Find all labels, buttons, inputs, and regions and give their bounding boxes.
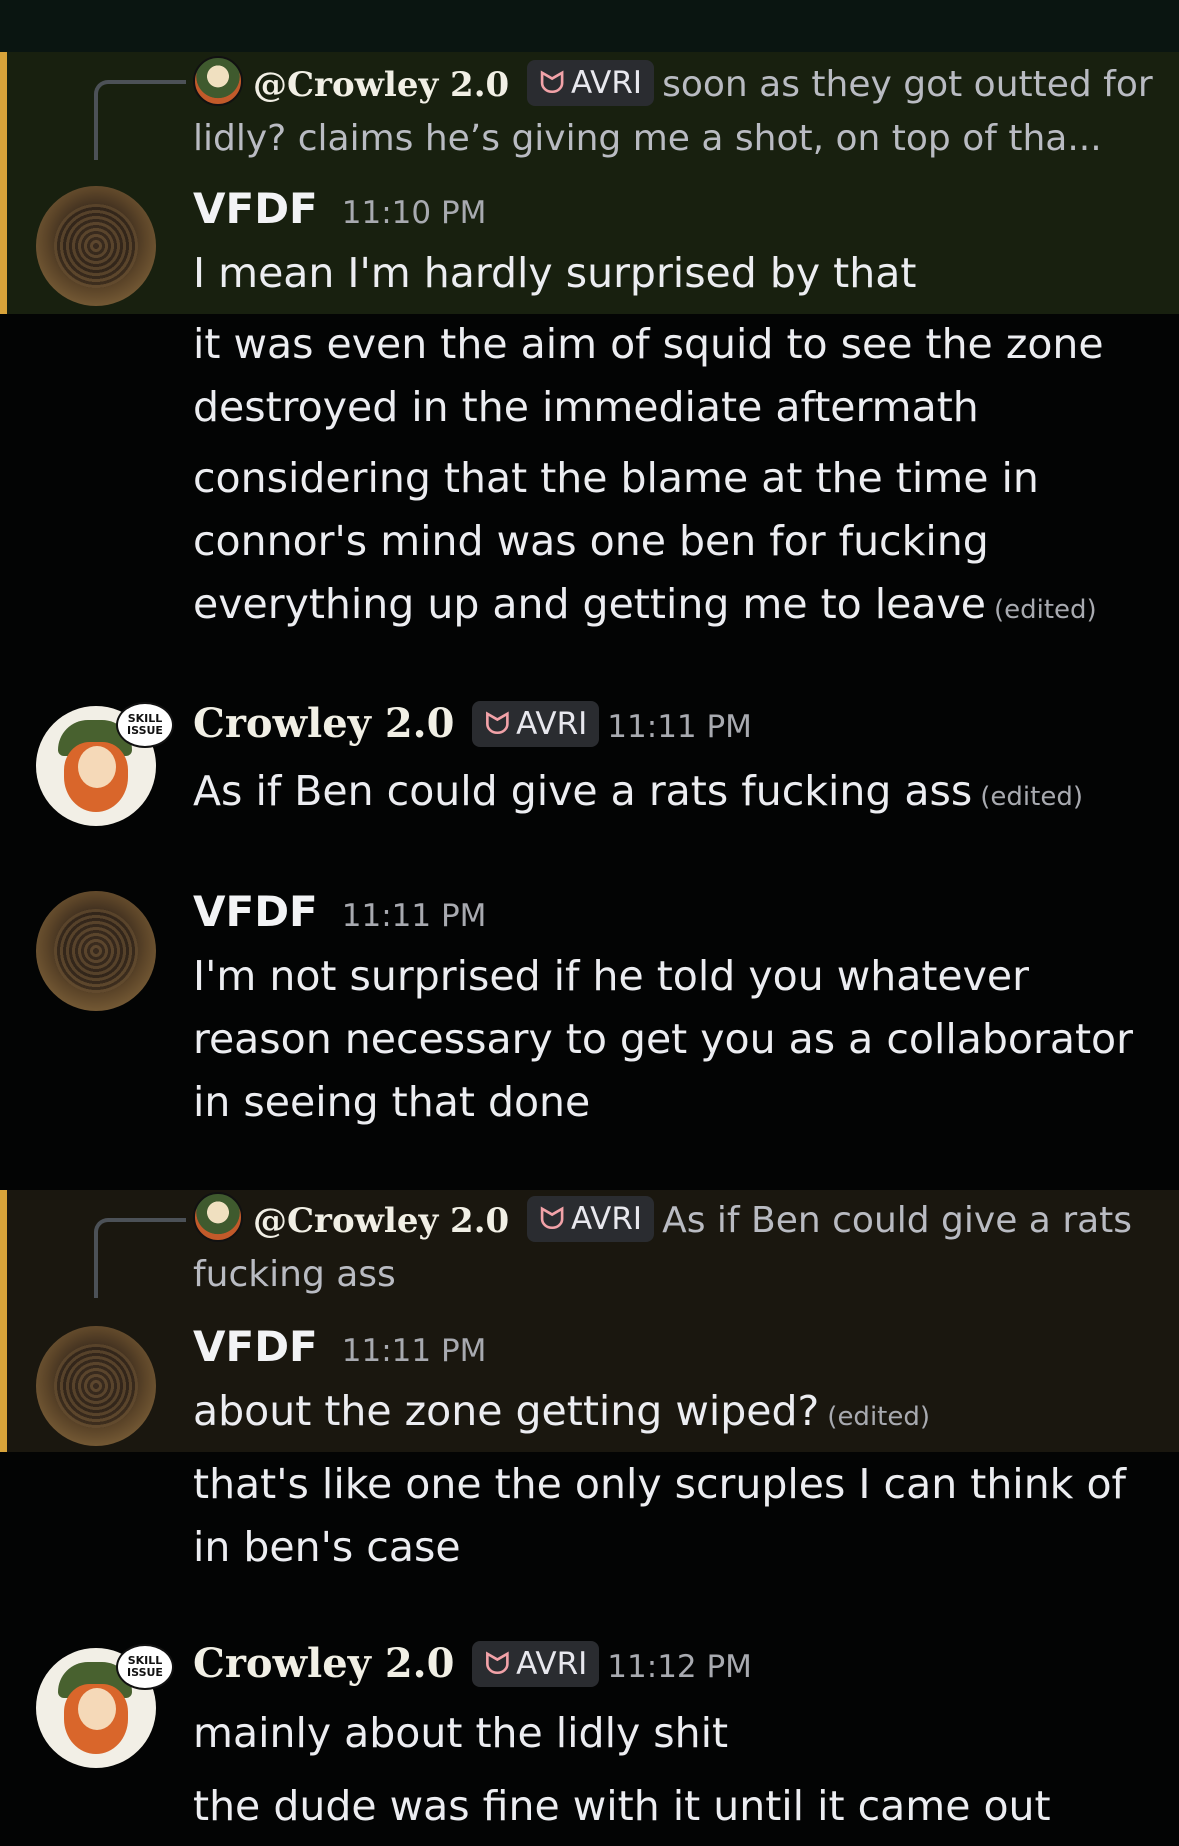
message-text: it was even the aim of squid to see the …	[193, 320, 1104, 431]
author-name[interactable]: VFDF	[193, 1322, 318, 1371]
reply-author[interactable]: @Crowley 2.0	[253, 1201, 509, 1241]
message-header: VFDF 11:11 PM	[193, 1322, 486, 1371]
highlight-bar	[0, 1190, 7, 1452]
role-tag: ᗢ AVRI	[527, 60, 655, 106]
top-bar	[0, 0, 1179, 52]
avatar-vfdf[interactable]	[36, 186, 156, 306]
skill-issue-badge: SKILL ISSUE	[116, 1644, 174, 1690]
message-group-vfdf-2[interactable]: @Crowley 2.0 ᗢ AVRI As if Ben could give a …	[0, 1190, 1179, 1452]
reply-connector	[94, 80, 186, 160]
author-name[interactable]: VFDF	[193, 184, 318, 233]
skill-issue-badge: SKILL ISSUE	[116, 702, 174, 748]
role-tag: ᗢ AVRI	[472, 701, 600, 747]
highlight-bar	[0, 52, 7, 314]
avatar-vfdf[interactable]	[36, 1326, 156, 1446]
bunny-icon: ᗢ	[539, 1201, 565, 1237]
edited-label: (edited)	[827, 1402, 931, 1432]
reply-preview[interactable]: @Crowley 2.0 ᗢ AVRI soon as they got outted…	[193, 56, 1153, 166]
message-text: considering that the blame at the time i…	[193, 454, 1097, 628]
message-text: the dude was fine with it until it came …	[193, 1782, 1051, 1830]
timestamp: 11:11 PM	[341, 898, 487, 934]
role-tag: ᗢ AVRI	[527, 1196, 655, 1242]
timestamp: 11:10 PM	[341, 195, 487, 231]
reply-author[interactable]: @Crowley 2.0	[253, 65, 509, 105]
avatar-crowley[interactable]: SKILL ISSUE	[36, 702, 174, 826]
timestamp: 11:11 PM	[607, 709, 752, 745]
author-name[interactable]: Crowley 2.0	[193, 1640, 454, 1687]
bunny-icon: ᗢ	[539, 65, 565, 101]
message-header: Crowley 2.0 ᗢ AVRI 11:12 PM	[193, 1640, 752, 1687]
message-text: As if Ben could give a rats fucking ass(…	[193, 767, 1083, 815]
reply-preview[interactable]: @Crowley 2.0 ᗢ AVRI As if Ben could give a …	[193, 1192, 1153, 1302]
message-group-vfdf-1[interactable]: @Crowley 2.0 ᗢ AVRI soon as they got outted…	[0, 52, 1179, 314]
message-text: that's like one the only scruples I can …	[193, 1460, 1126, 1571]
message-header: Crowley 2.0 ᗢ AVRI 11:11 PM	[193, 700, 752, 747]
reply-connector	[94, 1218, 186, 1298]
timestamp: 11:12 PM	[607, 1649, 752, 1685]
message-text: I'm not surprised if he told you whateve…	[193, 952, 1133, 1126]
message-text: mainly about the lidly shit	[193, 1709, 729, 1757]
message-header: VFDF 11:11 PM	[193, 887, 486, 936]
reply-avatar-icon	[193, 56, 243, 106]
bunny-icon: ᗢ	[484, 1646, 511, 1682]
message-text: about the zone getting wiped? (edited)	[193, 1387, 931, 1435]
author-name[interactable]: VFDF	[193, 887, 318, 936]
avatar-crowley[interactable]: SKILL ISSUE	[36, 1644, 174, 1768]
avatar-vfdf[interactable]	[36, 891, 156, 1011]
reply-avatar-icon	[193, 1192, 243, 1242]
message-text: I mean I'm hardly surprised by that	[193, 249, 917, 297]
author-name[interactable]: Crowley 2.0	[193, 700, 454, 747]
role-tag: ᗢ AVRI	[472, 1641, 600, 1687]
bunny-icon: ᗢ	[484, 706, 511, 742]
edited-label: (edited)	[994, 595, 1097, 625]
message-header: VFDF 11:10 PM	[193, 184, 486, 233]
timestamp: 11:11 PM	[341, 1333, 487, 1369]
edited-label: (edited)	[980, 782, 1083, 812]
